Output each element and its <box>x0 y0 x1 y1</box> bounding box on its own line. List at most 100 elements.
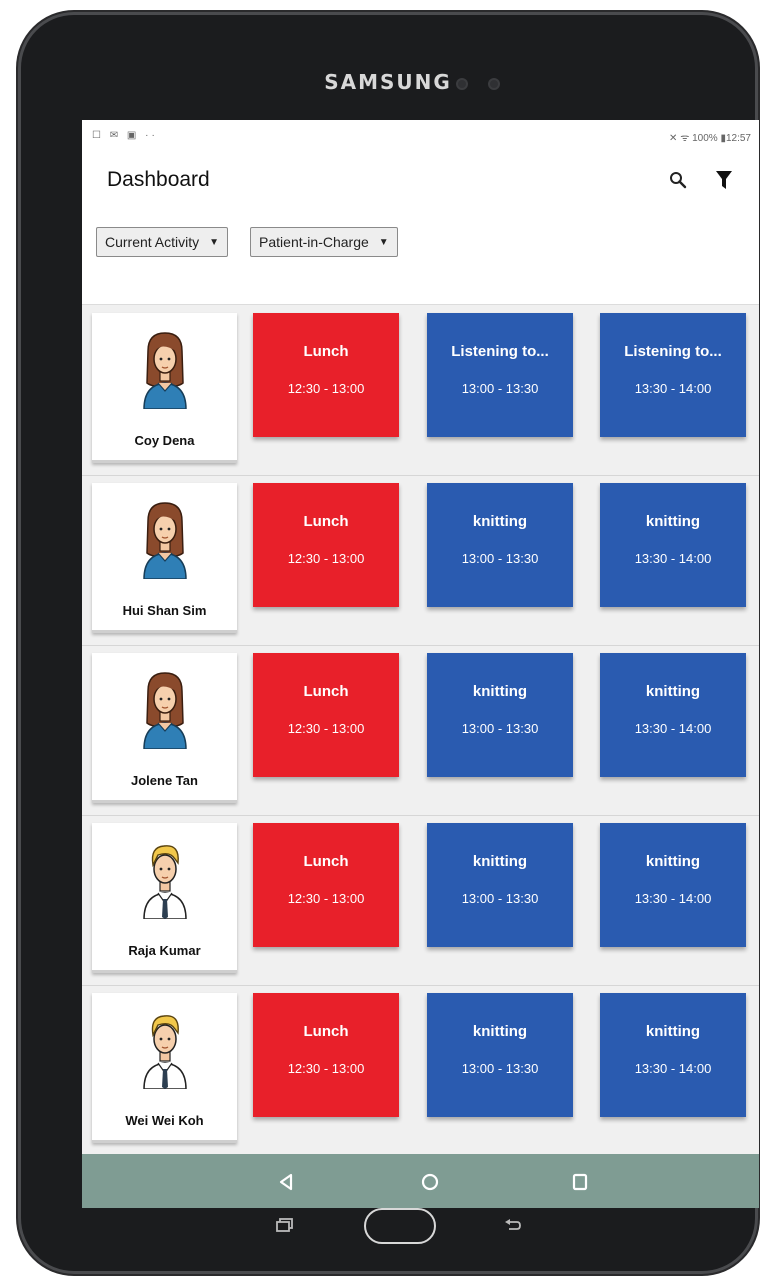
caret-down-icon: ▼ <box>378 236 389 248</box>
patient-card[interactable]: Jolene Tan <box>92 653 237 803</box>
activity-time: 13:00 - 13:30 <box>461 1061 539 1076</box>
hw-recents-button[interactable] <box>276 1218 294 1237</box>
patient-name: Wei Wei Koh <box>125 1113 204 1128</box>
female-avatar-icon <box>142 332 187 410</box>
activity-name: knitting <box>472 513 528 530</box>
activity-tile[interactable]: knitting 13:00 - 13:30 <box>427 653 573 777</box>
activity-name: Lunch <box>303 513 349 530</box>
patient-activity-list[interactable]: Coy Dena Lunch 12:30 - 13:00 Listening to..… <box>82 304 759 1156</box>
home-circle-icon <box>421 1173 439 1191</box>
activity-time: 12:30 - 13:00 <box>287 891 365 906</box>
front-camera-icon <box>490 80 498 88</box>
back-triangle-icon <box>279 1173 293 1191</box>
activity-name: Lunch <box>303 683 349 700</box>
activity-time: 12:30 - 13:00 <box>287 721 365 736</box>
patient-name: Jolene Tan <box>131 773 198 788</box>
activity-time: 13:00 - 13:30 <box>461 551 539 566</box>
hw-back-button[interactable] <box>504 1218 522 1237</box>
avatar <box>140 331 190 410</box>
caret-down-icon: ▼ <box>209 236 220 248</box>
current-activity-dropdown[interactable]: Current Activity ▼ <box>96 227 229 257</box>
activity-time: 13:00 - 13:30 <box>461 721 539 736</box>
activity-name: Lunch <box>303 343 349 360</box>
patient-card[interactable]: Hui Shan Sim <box>92 483 237 633</box>
activity-time: 13:30 - 14:00 <box>634 381 712 396</box>
activity-name: knitting <box>472 853 528 870</box>
patient-row: Wei Wei Koh Lunch 12:30 - 13:00 knitting 13:… <box>82 985 759 1156</box>
dropdown-label: Current Activity <box>105 234 200 250</box>
activity-name: Lunch <box>303 853 349 870</box>
recents-key-icon <box>276 1218 293 1232</box>
activity-tile[interactable]: knitting 13:00 - 13:30 <box>427 483 573 607</box>
nav-recents-button[interactable] <box>566 1168 594 1196</box>
activity-tile[interactable]: knitting 13:00 - 13:30 <box>427 823 573 947</box>
activity-name: Lunch <box>303 1023 349 1040</box>
lunch-activity-tile[interactable]: Lunch 12:30 - 13:00 <box>253 653 399 777</box>
patient-card[interactable]: Coy Dena <box>92 313 237 463</box>
activity-tile[interactable]: knitting 13:30 - 14:00 <box>600 653 746 777</box>
notification-icons: ☐ ✉ ▣ ·· <box>92 130 158 141</box>
activity-name: Listening to... <box>624 343 722 360</box>
back-key-icon <box>505 1219 521 1230</box>
patient-row: Coy Dena Lunch 12:30 - 13:00 Listening to..… <box>82 305 759 476</box>
female-avatar-icon <box>142 502 187 580</box>
page-title: Dashboard <box>107 168 210 191</box>
avatar <box>140 841 190 920</box>
tablet-frame: SAMSUNG ☐ ✉ ▣ ·· ✕ ᯤ 100% ▮12:57 Dashboa… <box>18 12 759 1274</box>
activity-tile[interactable]: knitting 13:30 - 14:00 <box>600 483 746 607</box>
lunch-activity-tile[interactable]: Lunch 12:30 - 13:00 <box>253 483 399 607</box>
activity-name: knitting <box>472 1023 528 1040</box>
brand-logo: SAMSUNG <box>324 70 452 94</box>
app-bar: Dashboard <box>82 150 759 220</box>
activity-time: 13:30 - 14:00 <box>634 1061 712 1076</box>
search-icon <box>670 172 687 189</box>
search-button[interactable] <box>662 164 694 196</box>
patient-row: Raja Kumar Lunch 12:30 - 13:00 knitting 13:0… <box>82 815 759 986</box>
filter-button[interactable] <box>708 164 740 196</box>
activity-time: 12:30 - 13:00 <box>287 381 365 396</box>
activity-tile[interactable]: knitting 13:30 - 14:00 <box>600 993 746 1117</box>
activity-name: knitting <box>645 683 701 700</box>
activity-tile[interactable]: Listening to... 13:30 - 14:00 <box>600 313 746 437</box>
filter-dropdowns: Current Activity ▼ Patient-in-Charge ▼ <box>96 227 398 257</box>
activity-time: 12:30 - 13:00 <box>287 551 365 566</box>
activity-name: knitting <box>645 853 701 870</box>
activity-time: 13:00 - 13:30 <box>461 891 539 906</box>
lunch-activity-tile[interactable]: Lunch 12:30 - 13:00 <box>253 993 399 1117</box>
sensor-icon <box>458 80 466 88</box>
patient-name: Raja Kumar <box>128 943 201 958</box>
patient-row: Hui Shan Sim Lunch 12:30 - 13:00 knitting 13… <box>82 475 759 646</box>
activity-time: 13:00 - 13:30 <box>461 381 539 396</box>
status-bar: ☐ ✉ ▣ ·· ✕ ᯤ 100% ▮12:57 <box>82 120 759 150</box>
patient-name: Hui Shan Sim <box>122 603 207 618</box>
hw-home-button[interactable] <box>364 1208 436 1244</box>
patient-name: Coy Dena <box>134 433 195 448</box>
activity-tile[interactable]: knitting 13:00 - 13:30 <box>427 993 573 1117</box>
activity-tile[interactable]: Listening to... 13:00 - 13:30 <box>427 313 573 437</box>
nav-back-button[interactable] <box>272 1168 300 1196</box>
patient-card[interactable]: Wei Wei Koh <box>92 993 237 1143</box>
activity-time: 13:30 - 14:00 <box>634 891 712 906</box>
patient-row: Jolene Tan Lunch 12:30 - 13:00 knitting 13:0… <box>82 645 759 816</box>
activity-time: 12:30 - 13:00 <box>287 1061 365 1076</box>
male-avatar-icon <box>142 1015 187 1090</box>
male-avatar-icon <box>142 845 187 920</box>
android-nav-bar <box>82 1154 759 1208</box>
filter-icon <box>716 171 732 189</box>
avatar <box>140 1011 190 1090</box>
activity-tile[interactable]: knitting 13:30 - 14:00 <box>600 823 746 947</box>
status-indicators: ✕ ᯤ 100% ▮12:57 <box>669 133 751 144</box>
lunch-activity-tile[interactable]: Lunch 12:30 - 13:00 <box>253 313 399 437</box>
patient-card[interactable]: Raja Kumar <box>92 823 237 973</box>
activity-name: knitting <box>645 1023 701 1040</box>
avatar <box>140 671 190 750</box>
recents-square-icon <box>572 1173 588 1191</box>
avatar <box>140 501 190 580</box>
lunch-activity-tile[interactable]: Lunch 12:30 - 13:00 <box>253 823 399 947</box>
nav-home-button[interactable] <box>416 1168 444 1196</box>
activity-name: Listening to... <box>451 343 549 360</box>
screen: ☐ ✉ ▣ ·· ✕ ᯤ 100% ▮12:57 Dashboard Curre… <box>82 120 759 1208</box>
activity-name: knitting <box>645 513 701 530</box>
patient-in-charge-dropdown[interactable]: Patient-in-Charge ▼ <box>250 227 398 257</box>
dropdown-label: Patient-in-Charge <box>259 234 369 250</box>
